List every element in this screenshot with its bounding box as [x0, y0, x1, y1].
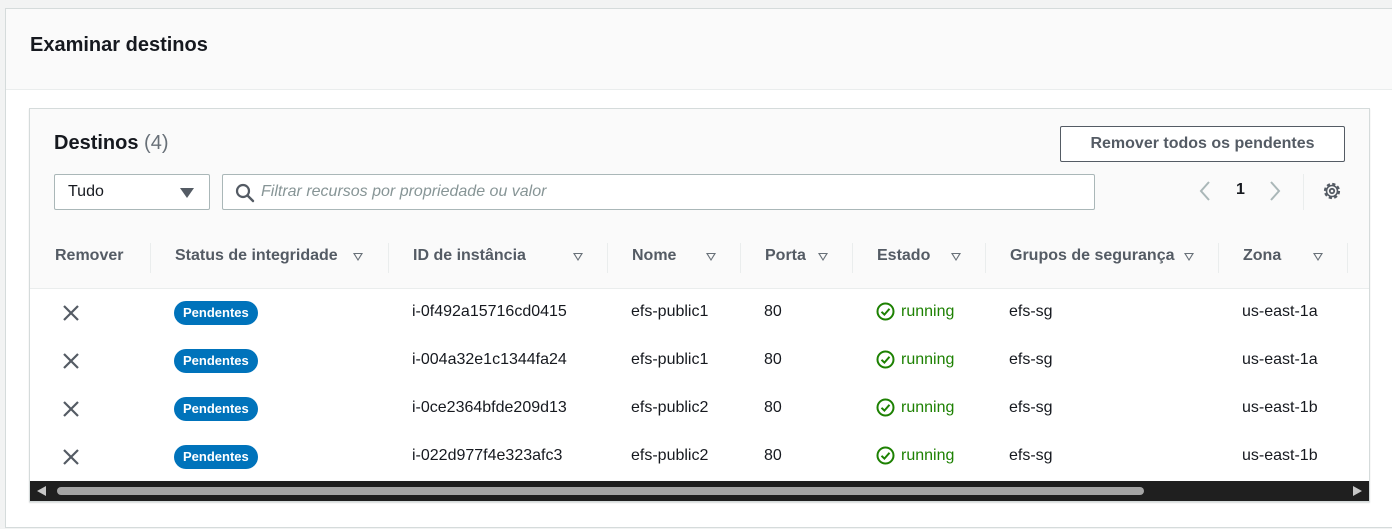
security-group: efs-sg: [1009, 447, 1053, 464]
panel-title: Examinar destinos: [30, 34, 208, 56]
scroll-right-icon[interactable]: [1353, 486, 1362, 496]
instance-state: running: [876, 302, 954, 321]
chevron-right-icon[interactable]: [1268, 180, 1282, 207]
remove-all-pending-button[interactable]: Remover todos os pendentes: [1060, 126, 1345, 162]
instance-state-text: running: [901, 350, 955, 368]
table-row: Pendentes i-004a32e1c1344fa24 efs-public…: [30, 337, 1369, 386]
sort-icon[interactable]: [353, 253, 363, 261]
targets-title-text: Destinos: [54, 132, 139, 154]
search-field[interactable]: [222, 174, 1095, 210]
instance-name: efs-public1: [631, 303, 709, 320]
table-row: Pendentes i-0ce2364bfde209d13 efs-public…: [30, 385, 1369, 434]
sort-icon[interactable]: [573, 253, 583, 261]
close-icon[interactable]: [62, 400, 80, 423]
column-divider: [1347, 243, 1348, 273]
caret-down-icon: [180, 188, 194, 198]
targets-header: Destinos (4) Remover todos os pendentes …: [30, 109, 1369, 229]
gear-icon[interactable]: [1322, 181, 1342, 206]
table-header: Remover Status de integridade ID de inst…: [30, 229, 1369, 289]
sort-icon[interactable]: [706, 253, 716, 261]
horizontal-scrollbar[interactable]: [30, 481, 1369, 501]
scrollbar-thumb[interactable]: [57, 487, 1144, 495]
sort-icon[interactable]: [818, 253, 828, 261]
column-header-security-groups[interactable]: Grupos de segurança: [1010, 247, 1175, 265]
column-header-port[interactable]: Porta: [765, 247, 806, 265]
instance-state: running: [876, 398, 954, 417]
instance-id: i-004a32e1c1344fa24: [412, 351, 567, 368]
close-icon[interactable]: [62, 304, 80, 327]
check-circle-icon: [876, 446, 895, 465]
pager-divider: [1303, 174, 1304, 210]
status-badge: Pendentes: [174, 397, 258, 421]
security-group: efs-sg: [1009, 303, 1053, 320]
scroll-left-icon[interactable]: [37, 486, 46, 496]
check-circle-icon: [876, 350, 895, 369]
instance-name: efs-public2: [631, 399, 709, 416]
review-targets-panel: Examinar destinos Destinos (4) Remover t…: [5, 8, 1392, 528]
sort-icon[interactable]: [1184, 253, 1194, 261]
zone: us-east-1a: [1242, 351, 1318, 368]
zone: us-east-1b: [1242, 447, 1318, 464]
status-badge: Pendentes: [174, 349, 258, 373]
column-divider: [1218, 243, 1219, 273]
instance-state-text: running: [901, 302, 955, 320]
port: 80: [764, 447, 782, 464]
panel-header: Examinar destinos: [6, 9, 1392, 90]
column-divider: [852, 243, 853, 273]
table-row: Pendentes i-022d977f4e323afc3 efs-public…: [30, 433, 1369, 482]
security-group: efs-sg: [1009, 351, 1053, 368]
column-divider: [388, 243, 389, 273]
chevron-left-icon[interactable]: [1198, 180, 1212, 207]
sort-icon[interactable]: [1313, 253, 1323, 261]
check-circle-icon: [876, 398, 895, 417]
search-input[interactable]: [261, 175, 1081, 209]
search-icon: [235, 183, 255, 208]
status-badge: Pendentes: [174, 301, 258, 325]
instance-id: i-0f492a15716cd0415: [412, 303, 567, 320]
zone: us-east-1b: [1242, 399, 1318, 416]
status-badge: Pendentes: [174, 445, 258, 469]
instance-name: efs-public1: [631, 351, 709, 368]
port: 80: [764, 303, 782, 320]
port: 80: [764, 351, 782, 368]
instance-state-text: running: [901, 446, 955, 464]
zone: us-east-1a: [1242, 303, 1318, 320]
instance-id: i-022d977f4e323afc3: [412, 447, 563, 464]
column-divider: [985, 243, 986, 273]
check-circle-icon: [876, 302, 895, 321]
instance-state-text: running: [901, 398, 955, 416]
security-group: efs-sg: [1009, 399, 1053, 416]
instance-id: i-0ce2364bfde209d13: [412, 399, 567, 416]
current-page[interactable]: 1: [1236, 181, 1245, 199]
column-header-name[interactable]: Nome: [632, 247, 676, 265]
column-header-zone[interactable]: Zona: [1243, 247, 1281, 265]
targets-table-container: Destinos (4) Remover todos os pendentes …: [29, 108, 1370, 502]
filter-select[interactable]: Tudo: [54, 174, 210, 210]
column-divider: [150, 243, 151, 273]
instance-name: efs-public2: [631, 447, 709, 464]
port: 80: [764, 399, 782, 416]
instance-state: running: [876, 446, 954, 465]
targets-count: (4): [144, 132, 169, 154]
sort-icon[interactable]: [951, 253, 961, 261]
column-header-health[interactable]: Status de integridade: [175, 247, 338, 265]
close-icon[interactable]: [62, 448, 80, 471]
column-header-instance-id[interactable]: ID de instância: [413, 247, 526, 265]
column-header-remove: Remover: [55, 247, 124, 264]
column-header-state[interactable]: Estado: [877, 247, 930, 265]
table-row: Pendentes i-0f492a15716cd0415 efs-public…: [30, 289, 1369, 338]
instance-state: running: [876, 350, 954, 369]
close-icon[interactable]: [62, 352, 80, 375]
column-divider: [740, 243, 741, 273]
targets-title: Destinos (4): [54, 132, 168, 155]
column-divider: [607, 243, 608, 273]
filter-select-value: Tudo: [68, 183, 104, 200]
